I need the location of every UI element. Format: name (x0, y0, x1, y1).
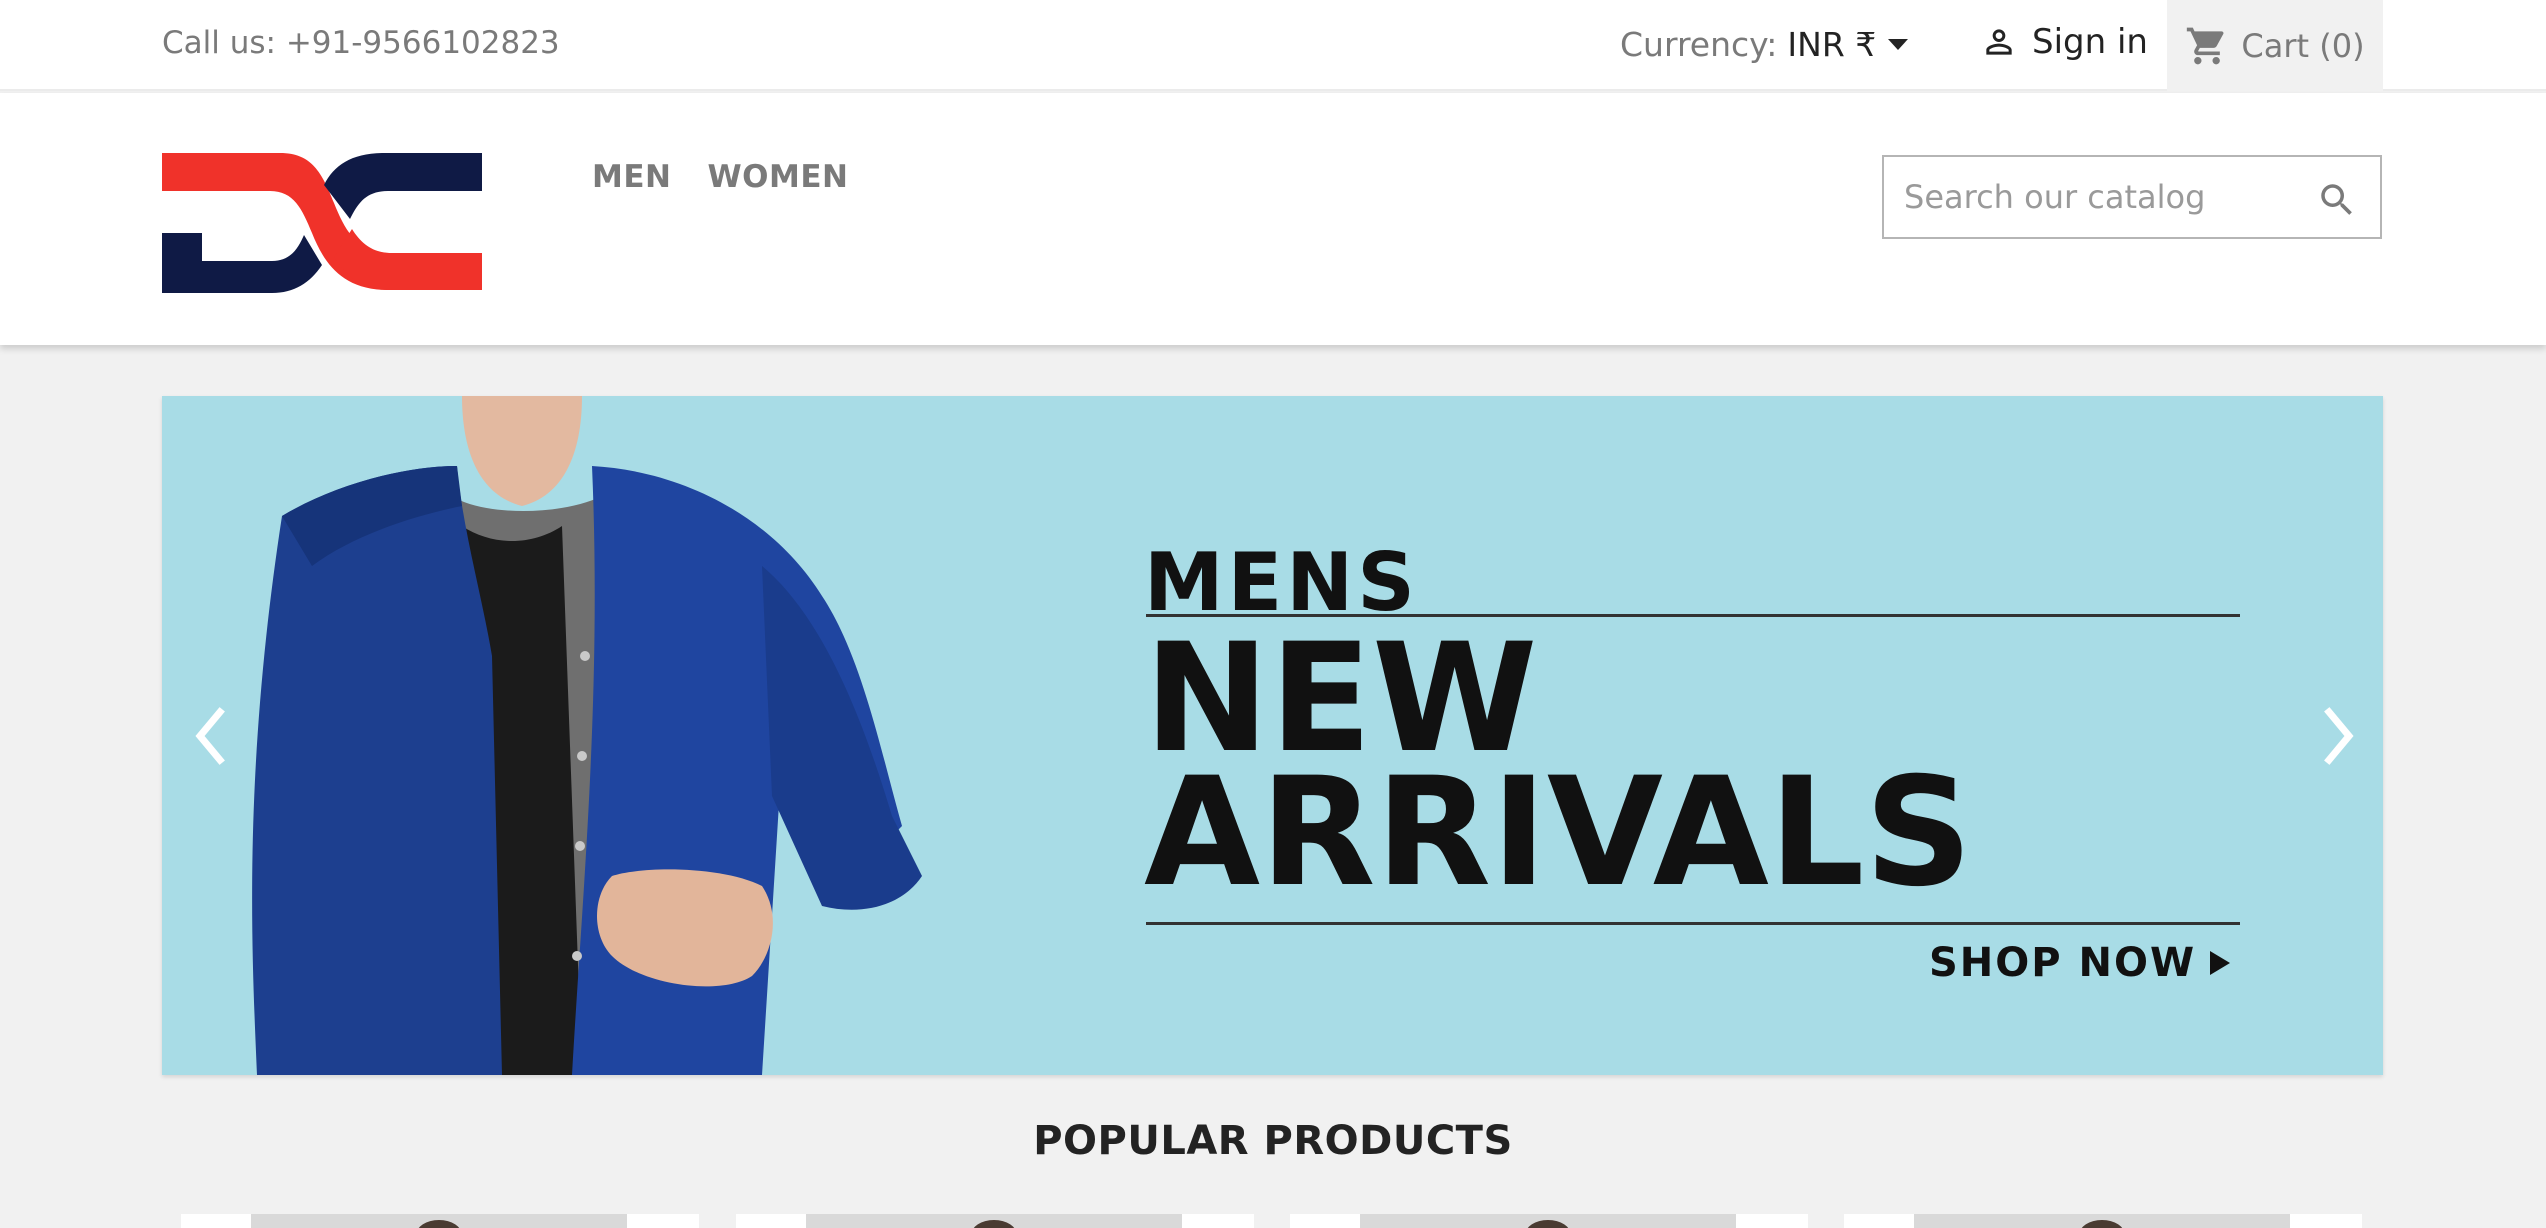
banner-heading-arrivals: ARRIVALS (1144, 746, 1973, 920)
site-header: MEN WOMEN (0, 93, 2546, 345)
top-bar: Call us: +91-9566102823 Currency: INR ₹ … (0, 0, 2546, 91)
shop-now-label: SHOP NOW (1929, 940, 2197, 986)
sign-in-link[interactable]: Sign in (1980, 22, 2148, 62)
contact-phone: Call us: +91-9566102823 (162, 25, 560, 61)
divider (1146, 922, 2240, 925)
product-card[interactable] (1844, 1214, 2362, 1228)
currency-value: INR ₹ (1787, 25, 1877, 64)
dc-logo-icon (162, 153, 482, 293)
search-box (1882, 155, 2382, 239)
chevron-left-icon (195, 707, 225, 765)
model-jacket-image (252, 396, 922, 1075)
nav-item-women[interactable]: WOMEN (707, 159, 848, 195)
currency-label: Currency: (1620, 25, 1778, 64)
carousel-prev-button[interactable] (180, 696, 240, 776)
cart-label: Cart (0) (2241, 26, 2365, 65)
site-logo[interactable] (162, 153, 482, 297)
person-icon (1986, 29, 2012, 55)
carousel-next-button[interactable] (2309, 696, 2369, 776)
product-image (806, 1214, 1182, 1228)
caret-down-icon (1888, 39, 1909, 50)
product-card[interactable] (181, 1214, 699, 1228)
hero-carousel[interactable]: MENS NEW ARRIVALS SHOP NOW (162, 396, 2383, 1075)
shop-now-link[interactable]: SHOP NOW (1929, 940, 2231, 986)
product-image (1360, 1214, 1736, 1228)
product-card[interactable] (1290, 1214, 1808, 1228)
cart-button[interactable]: Cart (0) (2167, 0, 2383, 91)
currency-selector[interactable]: Currency: INR ₹ (1620, 25, 1909, 64)
sign-in-label: Sign in (2032, 22, 2148, 62)
play-arrow-icon (2210, 951, 2231, 975)
nav-item-men[interactable]: MEN (592, 159, 671, 195)
cart-icon (2187, 27, 2224, 64)
main-nav: MEN WOMEN (592, 159, 849, 195)
product-card[interactable] (736, 1214, 1254, 1228)
chevron-right-icon (2324, 707, 2354, 765)
section-title: POPULAR PRODUCTS (1033, 1118, 1513, 1164)
product-image (251, 1214, 627, 1228)
product-image (1914, 1214, 2290, 1228)
search-icon[interactable] (2316, 179, 2358, 225)
search-input[interactable] (1904, 175, 2304, 219)
